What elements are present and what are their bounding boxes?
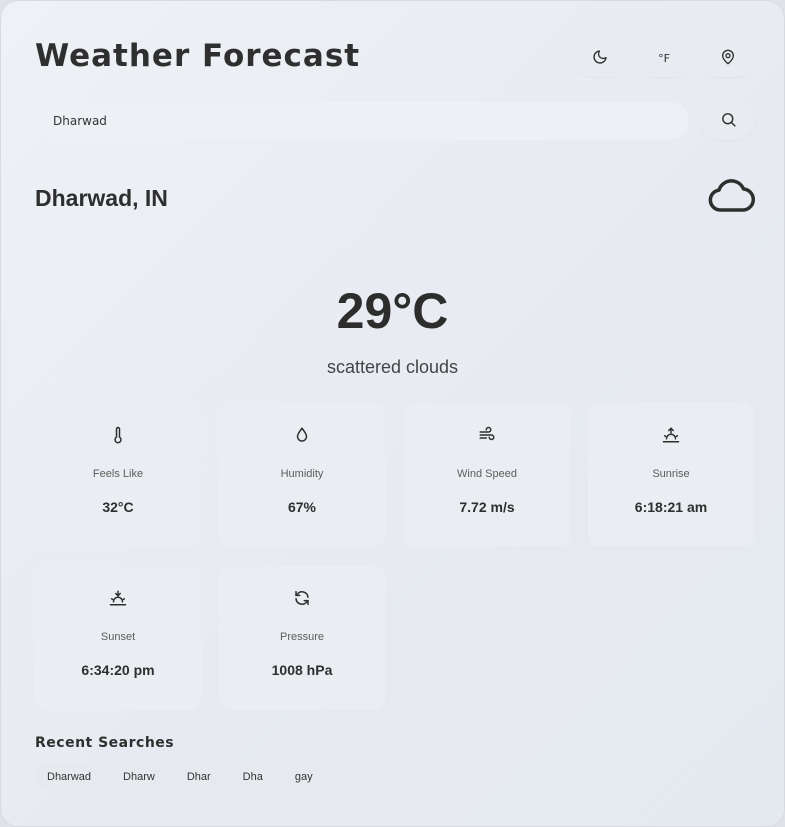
search-icon [720, 111, 737, 131]
detail-value: 6:18:21 am [634, 499, 708, 515]
recent-searches-title: Recent Searches [35, 735, 175, 751]
recent-search-chip[interactable]: Dharw [111, 764, 167, 790]
detail-sunrise: Sunrise 6:18:21 am [588, 403, 754, 547]
droplet-icon [219, 425, 385, 445]
detail-value: 67% [287, 499, 317, 515]
detail-wind-speed: Wind Speed 7.72 m/s [404, 403, 570, 547]
search-button[interactable] [701, 102, 755, 140]
recent-search-chip[interactable]: Dhar [174, 764, 223, 790]
city-name: Dharwad, IN [35, 185, 168, 211]
detail-value: 6:34:20 pm [81, 662, 155, 678]
recent-search-chip[interactable]: Dha [230, 764, 275, 790]
detail-humidity: Humidity 67% [219, 403, 385, 547]
detail-value: 32°C [102, 499, 134, 515]
detail-value: 7.72 m/s [459, 499, 515, 515]
theme-toggle-button[interactable] [573, 39, 627, 77]
wind-icon [404, 425, 570, 445]
weather-description: scattered clouds [326, 357, 459, 377]
detail-label: Pressure [279, 631, 325, 643]
detail-label: Humidity [280, 468, 324, 480]
recent-searches-list: Dharwad Dharw Dhar Dha gay [35, 764, 325, 790]
detail-label: Wind Speed [457, 468, 517, 480]
detail-feels-like: Feels Like 32°C [35, 403, 201, 547]
cloud-icon [707, 176, 756, 221]
location-button[interactable] [701, 39, 755, 77]
recent-search-chip[interactable]: Dharwad [35, 764, 104, 790]
sunset-icon [35, 588, 201, 608]
refresh-icon [219, 588, 385, 608]
detail-value: 1008 hPa [271, 662, 333, 678]
unit-toggle-button[interactable]: °F [637, 39, 691, 77]
page-title: Weather Forecast [35, 38, 361, 74]
recent-search-chip[interactable]: gay [282, 764, 325, 790]
current-temperature: 29°C [336, 283, 449, 339]
sunrise-icon [588, 425, 754, 445]
moon-icon [592, 49, 608, 68]
detail-label: Feels Like [92, 468, 144, 480]
detail-pressure: Pressure 1008 hPa [219, 566, 385, 710]
search-input[interactable] [35, 102, 689, 140]
weather-card: Weather Forecast °F Dharwad, IN 29°C sca… [0, 0, 785, 827]
detail-sunset: Sunset 6:34:20 pm [35, 566, 201, 710]
detail-label: Sunrise [652, 468, 690, 480]
detail-label: Sunset [100, 631, 136, 643]
map-pin-icon [720, 49, 736, 68]
thermometer-icon [35, 425, 201, 445]
